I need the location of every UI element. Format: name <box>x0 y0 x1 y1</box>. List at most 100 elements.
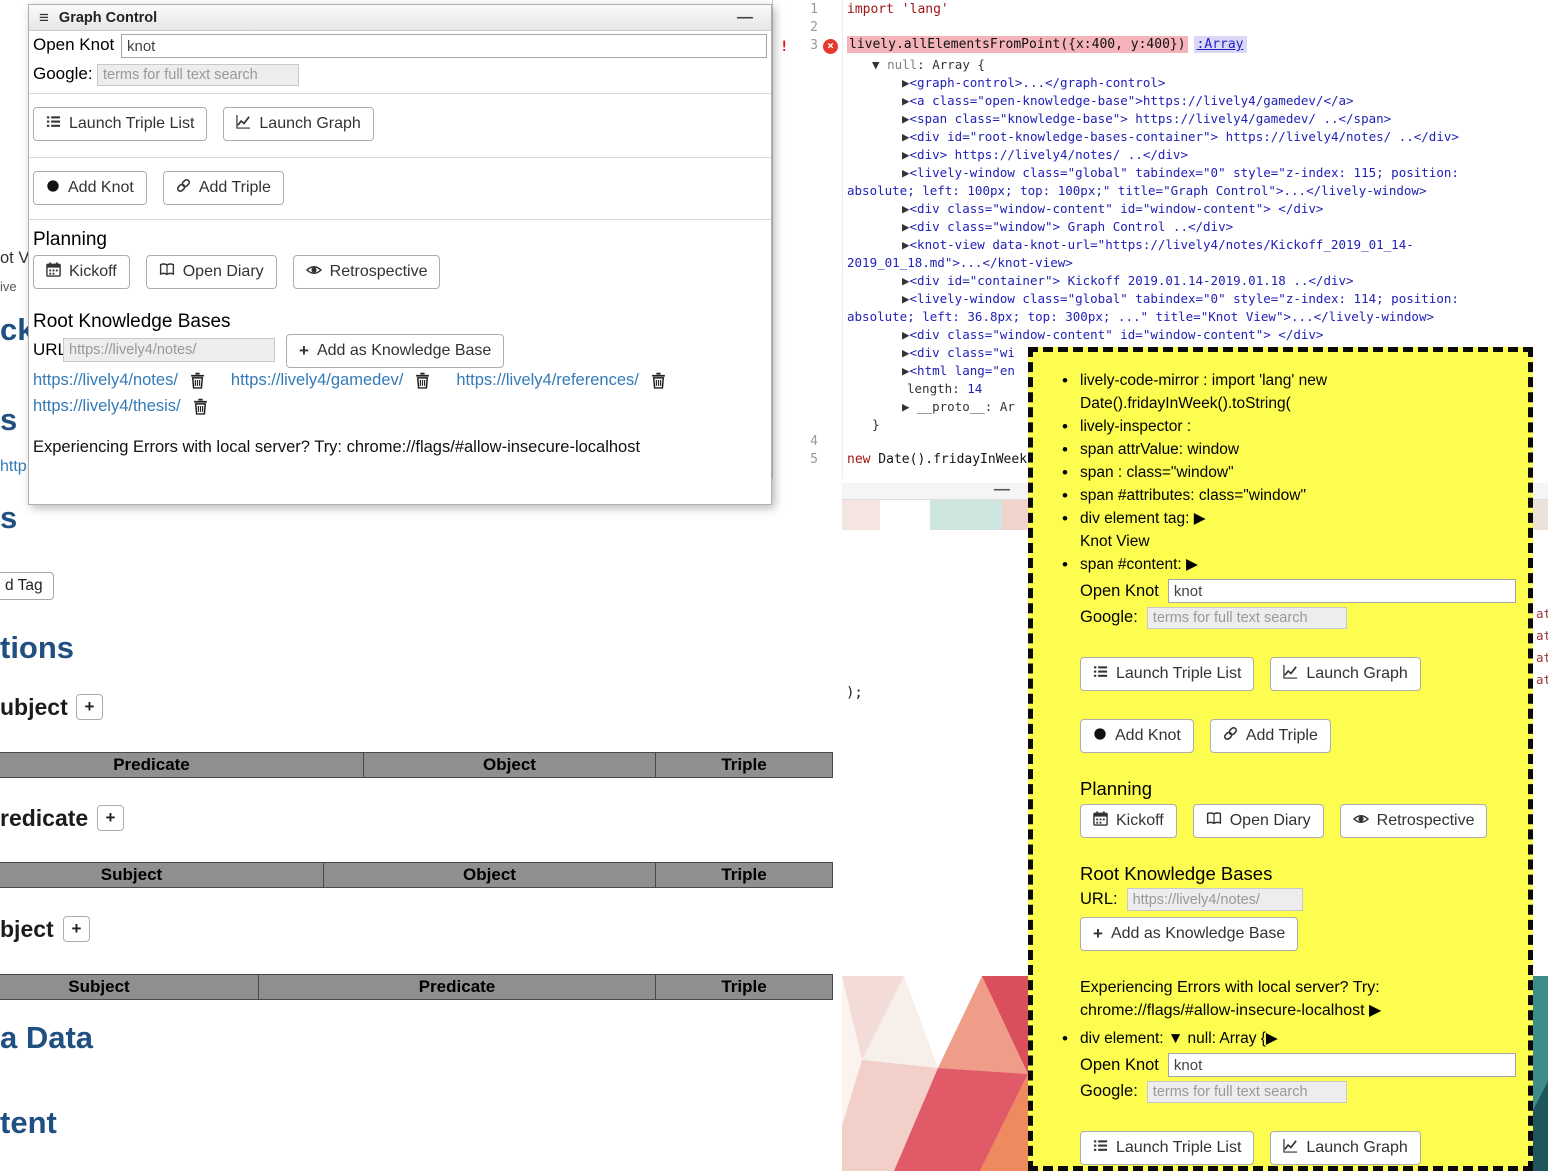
chart-icon <box>1283 664 1298 684</box>
page-text-fragment: tions <box>0 630 74 666</box>
inspector-row[interactable]: ▶<div class="window"> Graph Control ..</… <box>847 218 1548 236</box>
trash-icon[interactable] <box>193 398 208 415</box>
inspector-row[interactable]: ▼ null: Array { <box>847 56 1548 74</box>
code-line-3: lively.allElementsFromPoint({x:400, y:40… <box>847 37 1247 52</box>
graph-control-window[interactable]: ≡ Graph Control — Open Knot Google: Laun… <box>28 4 772 505</box>
line-number: 1 <box>810 2 818 17</box>
open-diary-button[interactable]: Open Diary <box>1193 804 1324 838</box>
kb-link-item: https://lively4/notes/ <box>33 371 205 390</box>
google-search-input[interactable] <box>1147 1081 1347 1103</box>
chart-icon <box>1283 1138 1298 1158</box>
url-input[interactable] <box>1127 888 1303 911</box>
launch-graph-button[interactable]: Launch Graph <box>223 107 373 141</box>
eye-icon <box>306 263 322 282</box>
inspector-row[interactable]: ▶<a class="open-knowledge-base">https://… <box>847 92 1548 110</box>
table-header-cell: Subject <box>0 862 324 888</box>
kb-link[interactable]: https://lively4/thesis/ <box>33 397 181 416</box>
screen: ot Viveckshttpstionsubjectredicatebjecta… <box>0 0 1548 1171</box>
inspector-row[interactable]: ▶<div> https://lively4/notes/ ..</div> <box>847 146 1548 164</box>
trash-icon[interactable] <box>190 372 205 389</box>
add-triple-button[interactable]: Add Triple <box>1210 719 1331 753</box>
google-search-input[interactable] <box>1147 607 1347 629</box>
inspector-row[interactable]: ▶<div class="window-content" id="window-… <box>847 326 1548 344</box>
type-annotation[interactable]: :Array <box>1194 36 1247 53</box>
inspector-row[interactable]: ▶<span class="knowledge-base"> https://l… <box>847 110 1548 128</box>
add-knot-button[interactable]: Add Knot <box>33 171 147 205</box>
inspector-row[interactable]: 2019_01_18.md">...</knot-view> <box>847 254 1548 272</box>
trash-icon[interactable] <box>651 372 666 389</box>
kb-link[interactable]: https://lively4/notes/ <box>33 371 178 390</box>
planning-heading: Planning <box>33 229 107 251</box>
clipped-text-fragment: at <box>1536 606 1548 621</box>
open-knot-input[interactable] <box>1168 1053 1516 1077</box>
google-search-input[interactable] <box>97 64 299 86</box>
add-button[interactable]: + <box>97 805 124 831</box>
divider <box>29 93 771 94</box>
book-icon <box>159 262 175 282</box>
minimize-icon[interactable]: — <box>994 481 1010 499</box>
page-text-fragment: redicate <box>0 805 88 832</box>
page-text-fragment: ubject <box>0 694 68 721</box>
add-button[interactable]: + <box>76 694 103 720</box>
calendar-icon <box>1093 811 1108 831</box>
kb-link[interactable]: https://lively4/references/ <box>456 371 639 390</box>
tooltip-item: span : class="window" <box>1059 461 1516 484</box>
kb-link[interactable]: https://lively4/gamedev/ <box>231 371 403 390</box>
table-header-cell: Predicate <box>258 974 656 1000</box>
clipped-text-fragment: at <box>1536 628 1548 643</box>
url-input[interactable] <box>63 338 275 362</box>
page-text-fragment: http <box>0 458 27 476</box>
calendar-icon <box>46 262 61 282</box>
add-triple-button[interactable]: Add Triple <box>163 171 284 205</box>
inspector-row[interactable]: ▶<div id="root-knowledge-bases-container… <box>847 128 1548 146</box>
inspector-row[interactable]: absolute; left: 100px; top: 100px;" titl… <box>847 182 1548 200</box>
launch-triple-list-button[interactable]: Launch Triple List <box>1080 657 1254 691</box>
add-knot-button[interactable]: Add Knot <box>1080 719 1194 753</box>
minimize-icon[interactable]: — <box>737 9 761 27</box>
tooltip-item-continuation: Knot View <box>1059 530 1516 553</box>
table-header-row: PredicateObjectTriple <box>0 752 833 778</box>
trash-icon[interactable] <box>415 372 430 389</box>
inspector-row[interactable]: ▶<div class="window-content" id="window-… <box>847 200 1548 218</box>
retrospective-button[interactable]: Retrospective <box>1340 804 1488 838</box>
embedded-graph-control-2: Open Knot Google: Launch Triple List Lau… <box>1059 1053 1516 1165</box>
table-header-cell: Object <box>323 862 656 888</box>
retrospective-button[interactable]: Retrospective <box>293 255 441 289</box>
page-button-fragment[interactable]: d Tag <box>0 572 54 600</box>
kickoff-button[interactable]: Kickoff <box>33 255 130 289</box>
open-diary-button[interactable]: Open Diary <box>146 255 277 289</box>
open-knot-input[interactable] <box>121 34 767 58</box>
code-line-1: import 'lang' <box>847 2 949 17</box>
launch-triple-list-button[interactable]: Launch Triple List <box>1080 1131 1254 1165</box>
tooltip-item: lively-code-mirror : import 'lang' new D… <box>1059 369 1516 415</box>
inspector-row[interactable]: ▶<div id="container"> Kickoff 2019.01.14… <box>847 272 1548 290</box>
google-label: Google: <box>1080 606 1138 629</box>
kb-link-item: https://lively4/gamedev/ <box>231 371 430 390</box>
embedded-graph-control: Open Knot Google: Launch Triple List Lau… <box>1059 579 1516 1022</box>
graph-control-body: Open Knot Google: Launch Triple List Lau… <box>29 31 771 504</box>
error-highlight: lively.allElementsFromPoint({x:400, y:40… <box>847 36 1188 53</box>
launch-triple-list-button[interactable]: Launch Triple List <box>33 107 207 141</box>
kb-link-item: https://lively4/references/ <box>456 371 666 390</box>
window-titlebar[interactable]: ≡ Graph Control — <box>29 5 771 31</box>
inspector-row[interactable]: ▶<lively-window class="global" tabindex=… <box>847 164 1548 182</box>
google-label: Google: <box>33 64 93 84</box>
inspector-row[interactable]: ▶<knot-view data-knot-url="https://livel… <box>847 236 1548 254</box>
inspector-row[interactable]: absolute; left: 36.8px; top: 300px; ..."… <box>847 308 1548 326</box>
inspector-row[interactable]: ▶<lively-window class="global" tabindex=… <box>847 290 1548 308</box>
menu-icon[interactable]: ≡ <box>39 8 49 28</box>
kickoff-button[interactable]: Kickoff <box>1080 804 1177 838</box>
inspector-row[interactable]: ▶<graph-control>...</graph-control> <box>847 74 1548 92</box>
launch-graph-button[interactable]: Launch Graph <box>1270 657 1420 691</box>
code-fragment: ); <box>846 685 863 701</box>
error-marker: ! <box>780 39 788 55</box>
launch-graph-button[interactable]: Launch Graph <box>1270 1131 1420 1165</box>
add-button[interactable]: + <box>63 916 90 942</box>
divider <box>29 219 771 220</box>
add-knowledge-base-button[interactable]: + Add as Knowledge Base <box>1080 917 1298 951</box>
page-text-fragment: a Data <box>0 1020 93 1056</box>
line-number: 3 <box>810 38 818 53</box>
add-knowledge-base-button[interactable]: + Add as Knowledge Base <box>286 334 504 368</box>
table-header-cell: Triple <box>655 752 833 778</box>
open-knot-input[interactable] <box>1168 579 1516 603</box>
